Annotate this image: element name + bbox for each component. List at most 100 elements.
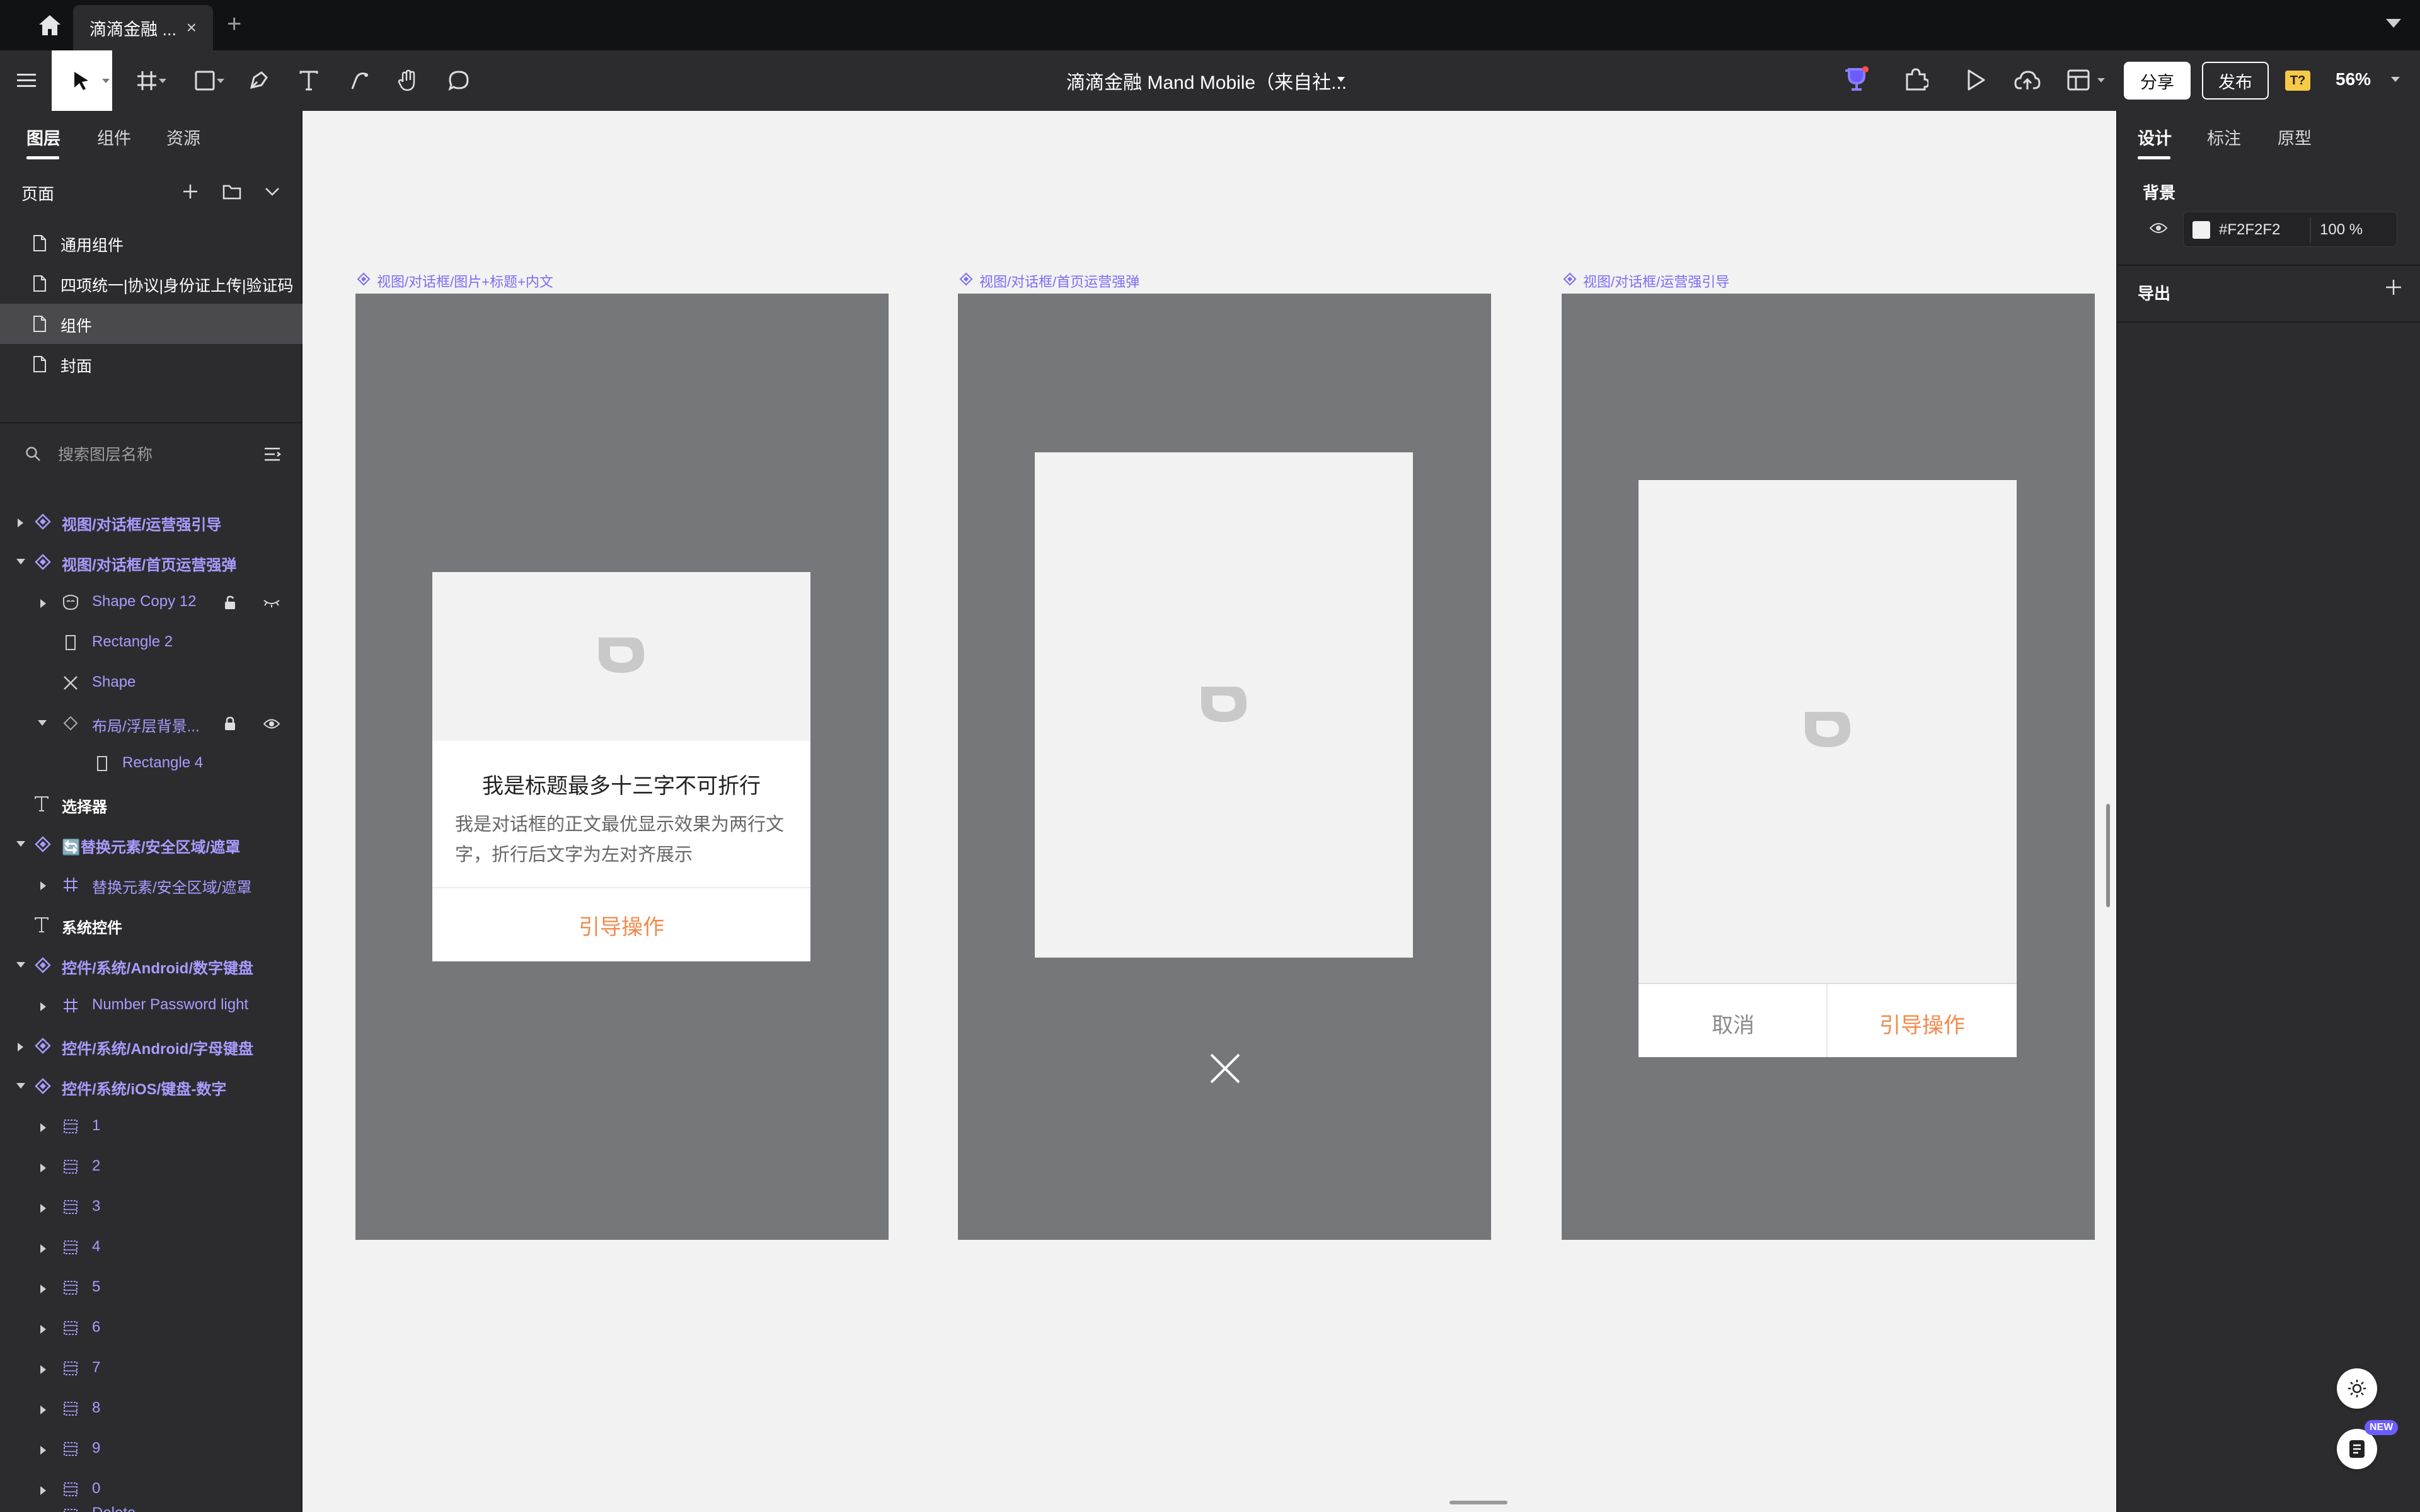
frame-tool-button[interactable] <box>125 50 169 111</box>
plugin-trophy-icon[interactable] <box>1843 66 1870 96</box>
close-icon[interactable] <box>1209 1052 1242 1085</box>
frame-label[interactable]: 视图/对话框/运营强引导 <box>1563 271 1729 291</box>
expand-arrow-icon[interactable] <box>40 1244 46 1253</box>
lock-icon[interactable] <box>221 714 239 733</box>
layer-row[interactable]: Rectangle 2 <box>0 622 302 663</box>
comment-tool-button[interactable] <box>441 50 476 111</box>
home-icon[interactable] <box>32 10 68 40</box>
artboard-dialog-image-title-body[interactable]: 我是标题最多十三字不可折行 我是对话框的正文最优显示效果为两行文字，折行后文字为… <box>355 294 889 1240</box>
layer-row[interactable]: Rectangle 4 <box>0 743 302 784</box>
popup-image-placeholder[interactable] <box>1035 452 1413 958</box>
collapse-arrow-icon[interactable] <box>38 720 47 726</box>
hamburger-menu-icon[interactable] <box>9 50 44 111</box>
layer-search-input[interactable] <box>58 442 247 467</box>
expand-arrow-icon[interactable] <box>40 1325 46 1334</box>
design-canvas[interactable]: 视图/对话框/图片+标题+内文 我是标题最多十三字不可折行 我是对话框的正文最优… <box>304 111 2116 1512</box>
tab-prototype[interactable]: 原型 <box>2278 125 2312 149</box>
expand-arrow-icon[interactable] <box>40 1365 46 1374</box>
expand-arrow-icon[interactable] <box>40 1123 46 1132</box>
collapse-pages-icon[interactable] <box>260 179 285 204</box>
connector-tool-button[interactable] <box>342 50 377 111</box>
plugins-icon[interactable] <box>1903 67 1930 95</box>
theme-toggle-button[interactable] <box>2337 1368 2377 1409</box>
expand-arrow-icon[interactable] <box>40 599 46 608</box>
layer-row[interactable]: 2 <box>0 1147 302 1187</box>
text-tool-button[interactable] <box>291 50 326 111</box>
collapse-arrow-icon[interactable] <box>16 1083 25 1089</box>
layout-panel-icon[interactable] <box>2067 69 2092 95</box>
frame-label[interactable]: 视图/对话框/图片+标题+内文 <box>357 271 553 291</box>
hand-tool-button[interactable] <box>391 50 426 111</box>
file-title[interactable]: 滴滴金融 Mand Mobile（来自社... <box>1066 67 1347 94</box>
layer-row[interactable]: 替换元素/安全区域/遮罩 <box>0 864 302 905</box>
layer-row[interactable]: 控件/系统/iOS/键盘-数字 <box>0 1066 302 1106</box>
horizontal-scrollbar[interactable] <box>1449 1501 1507 1504</box>
ai-assistant-badge[interactable]: T? <box>2285 71 2310 91</box>
guide-action-button[interactable]: 引导操作 <box>432 910 810 941</box>
collapse-arrow-icon[interactable] <box>16 962 25 968</box>
tab-design[interactable]: 设计 <box>2138 125 2172 149</box>
background-hex[interactable]: #F2F2F2 <box>2219 221 2280 239</box>
unlock-icon[interactable] <box>221 593 239 612</box>
close-tab-icon[interactable]: × <box>187 19 197 37</box>
expand-arrow-icon[interactable] <box>40 1002 46 1011</box>
chevron-down-icon[interactable] <box>1337 77 1345 82</box>
visible-eye-icon[interactable] <box>2149 222 2168 238</box>
expand-arrow-icon[interactable] <box>40 881 46 890</box>
artboard-operation-guide[interactable]: 取消 引导操作 <box>1562 294 2095 1240</box>
dialog-card[interactable]: 我是标题最多十三字不可折行 我是对话框的正文最优显示效果为两行文字，折行后文字为… <box>432 572 810 961</box>
background-opacity[interactable]: 100 % <box>2320 221 2363 239</box>
expand-arrow-icon[interactable] <box>18 518 23 527</box>
chevron-down-icon[interactable] <box>2391 77 2400 82</box>
layer-row[interactable]: 视图/对话框/首页运营强弹 <box>0 542 302 582</box>
color-swatch[interactable] <box>2192 221 2210 239</box>
divider[interactable] <box>0 422 302 423</box>
tab-layers[interactable]: 图层 <box>26 125 60 149</box>
play-icon[interactable] <box>1964 68 1986 95</box>
expand-arrow-icon[interactable] <box>18 1043 23 1051</box>
chevron-down-icon[interactable] <box>2386 19 2401 28</box>
layer-row[interactable]: Shape <box>0 663 302 703</box>
tab-components[interactable]: 组件 <box>97 125 131 149</box>
document-tab[interactable]: 滴滴金融 ... × <box>73 5 213 50</box>
layer-row[interactable]: Number Password light <box>0 985 302 1026</box>
add-page-icon[interactable] <box>178 179 203 204</box>
layer-row[interactable]: 视图/对话框/运营强引导 <box>0 501 302 542</box>
artboard-home-popup[interactable] <box>958 294 1491 1240</box>
layer-row[interactable]: 7 <box>0 1348 302 1389</box>
layer-row[interactable]: 3 <box>0 1187 302 1227</box>
page-item[interactable]: 封面 <box>0 344 302 384</box>
tab-assets[interactable]: 资源 <box>166 125 200 149</box>
chevron-down-icon[interactable] <box>217 79 224 83</box>
layer-row[interactable]: 🔄替换元素/安全区域/遮罩 <box>0 824 302 864</box>
layer-row[interactable]: 5 <box>0 1268 302 1308</box>
layer-row[interactable]: Shape Copy 12 <box>0 582 302 622</box>
new-tab-icon[interactable]: + <box>227 11 241 37</box>
pen-tool-button[interactable] <box>239 50 277 111</box>
chevron-down-icon[interactable] <box>2097 78 2105 83</box>
upload-cloud-icon[interactable] <box>2014 68 2041 95</box>
rectangle-tool-button[interactable] <box>183 50 227 111</box>
background-color-field[interactable]: #F2F2F2 100 % <box>2183 212 2397 247</box>
publish-button[interactable]: 发布 <box>2202 62 2269 100</box>
layer-row[interactable]: 系统控件 <box>0 905 302 945</box>
expand-arrow-icon[interactable] <box>40 1204 46 1213</box>
layer-row[interactable]: 9 <box>0 1429 302 1469</box>
expand-arrow-icon[interactable] <box>40 1406 46 1414</box>
expand-arrow-icon[interactable] <box>40 1285 46 1293</box>
tab-annotate[interactable]: 标注 <box>2207 125 2241 149</box>
layer-row[interactable]: 6 <box>0 1308 302 1348</box>
visible-eye-icon[interactable] <box>262 714 281 733</box>
layer-row[interactable]: 8 <box>0 1389 302 1429</box>
chevron-down-icon[interactable] <box>159 79 166 83</box>
layer-row[interactable]: 1 <box>0 1106 302 1147</box>
move-tool-button[interactable] <box>52 50 112 111</box>
collapse-arrow-icon[interactable] <box>16 559 25 564</box>
cancel-button[interactable]: 取消 <box>1639 1008 1828 1039</box>
layer-row[interactable]: 布局/浮层背景... <box>0 703 302 743</box>
zoom-level[interactable]: 56% <box>2336 69 2371 89</box>
add-export-icon[interactable] <box>2385 277 2402 300</box>
layer-row[interactable]: 控件/系统/Android/数字键盘 <box>0 945 302 985</box>
folder-icon[interactable] <box>219 179 245 204</box>
filter-icon[interactable] <box>263 446 282 466</box>
